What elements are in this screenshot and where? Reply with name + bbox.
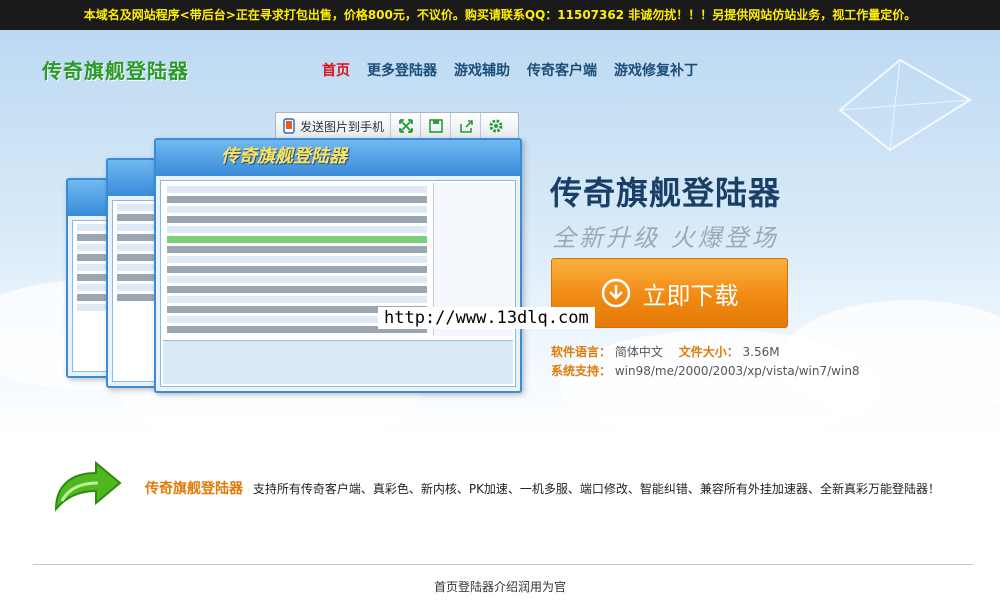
description: 传奇旗舰登陆器 支持所有传奇客户端、真彩色、新内核、PK加速、一机多服、端口修改… (145, 478, 940, 498)
expand-icon (398, 119, 413, 133)
share-button[interactable] (451, 113, 482, 139)
notice-text: 本域名及网站程序<带后台>正在寻求打包出售，价格800元，不议价。购买请联系QQ… (83, 8, 917, 22)
software-screenshot: 传奇旗舰登陆器 (66, 138, 526, 428)
size-label: 文件大小： (678, 345, 739, 359)
nav-home[interactable]: 首页 (322, 60, 350, 80)
share-icon (459, 120, 473, 133)
main-nav: 首页 更多登陆器 游戏辅助 传奇客户端 游戏修复补丁 (322, 60, 715, 80)
nav-client[interactable]: 传奇客户端 (527, 60, 597, 80)
info-line-1: 软件语言： 简体中文 文件大小： 3.56M (551, 343, 792, 360)
hero-section: 传奇旗舰登陆器 首页 更多登陆器 游戏辅助 传奇客户端 游戏修复补丁 发送图片到… (0, 30, 1000, 440)
nav-patch[interactable]: 游戏修复补丁 (614, 60, 698, 80)
info-line-2: 系统支持： win98/me/2000/2003/xp/vista/win7/w… (551, 362, 872, 379)
save-icon (428, 119, 443, 133)
hero-title: 传奇旗舰登陆器 (550, 174, 782, 212)
site-logo[interactable]: 传奇旗舰登陆器 (42, 55, 189, 84)
fullscreen-button[interactable] (391, 113, 422, 139)
size-value: 3.56M (742, 345, 780, 359)
send-to-phone-button[interactable]: 发送图片到手机 (276, 113, 392, 139)
kite-icon (838, 58, 972, 152)
nav-more-launchers[interactable]: 更多登陆器 (367, 60, 437, 80)
footer-divider (33, 564, 973, 565)
arrow-icon (54, 460, 122, 512)
screenshot-banner: 传奇旗舰登陆器 (221, 146, 347, 167)
save-button[interactable] (421, 113, 452, 139)
lang-label: 软件语言： (551, 345, 612, 359)
sys-value: win98/me/2000/2003/xp/vista/win7/win8 (614, 364, 860, 378)
phone-icon (283, 118, 295, 134)
hero-slogan: 全新升级 火爆登场 (552, 224, 779, 252)
send-to-phone-label: 发送图片到手机 (300, 119, 385, 134)
screenshot-window-front: 传奇旗舰登陆器 (154, 138, 522, 393)
nav-game-assist[interactable]: 游戏辅助 (454, 60, 510, 80)
url-watermark: http://www.13dlq.com (378, 307, 595, 329)
sys-label: 系统支持： (551, 364, 612, 378)
description-text: 支持所有传奇客户端、真彩色、新内核、PK加速、一机多服、端口修改、智能纠错、兼容… (252, 482, 940, 496)
settings-button[interactable] (481, 113, 511, 139)
gear-icon (489, 119, 503, 133)
image-toolbar: 发送图片到手机 (275, 112, 519, 140)
description-brand: 传奇旗舰登陆器 (145, 481, 243, 497)
lang-value: 简体中文 (614, 345, 663, 359)
download-label: 立即下载 (642, 281, 739, 310)
notice-bar: 本域名及网站程序<带后台>正在寻求打包出售，价格800元，不议价。购买请联系QQ… (0, 0, 1000, 30)
footer-text[interactable]: 首页登陆器介绍润用为官 (0, 578, 1000, 595)
download-icon (601, 278, 630, 308)
